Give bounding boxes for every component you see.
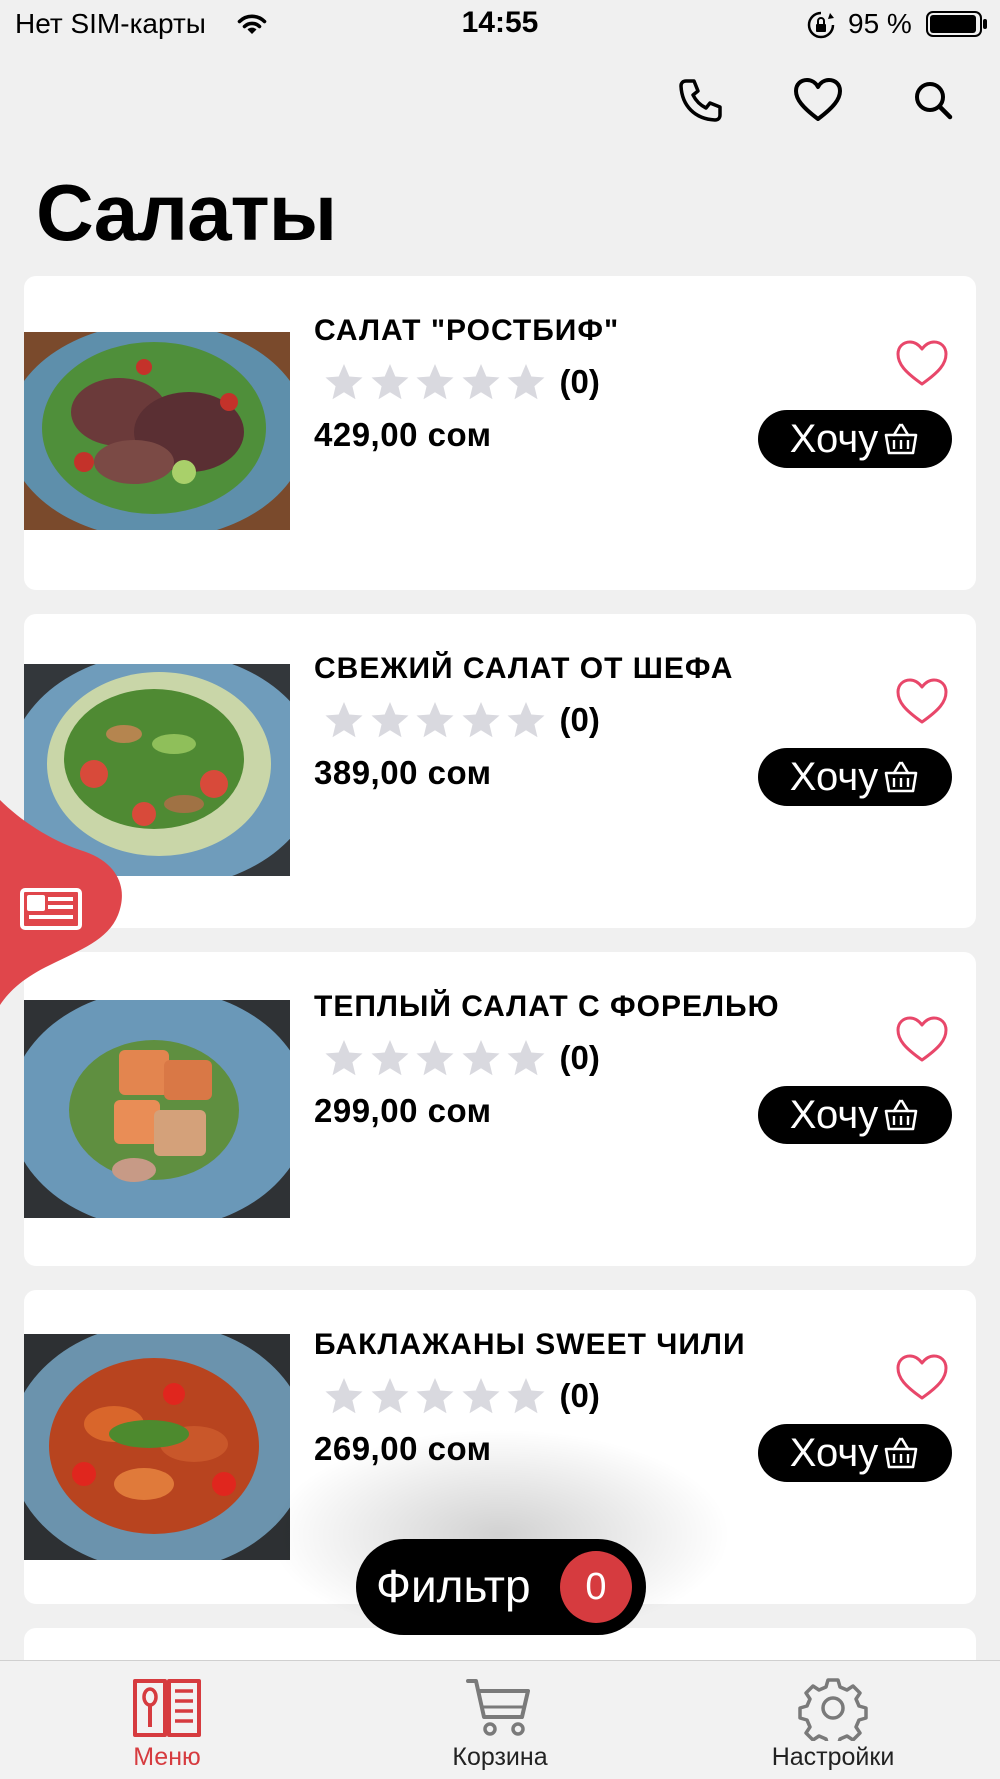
basket-icon (884, 761, 918, 793)
heart-icon[interactable] (894, 1352, 950, 1402)
search-icon[interactable] (908, 75, 960, 127)
star-icon (415, 700, 455, 740)
star-icon (370, 1376, 410, 1416)
tab-bar: Меню Корзина Настройки (0, 1660, 1000, 1779)
star-icon (324, 362, 364, 402)
star-icon (461, 362, 501, 402)
product-name: САЛАТ "РОСТБИФ" (314, 314, 620, 347)
star-icon (370, 700, 410, 740)
product-card[interactable]: ТЕПЛЫЙ САЛАТ С ФОРЕЛЬЮ (0) 299,00 сом Хо… (24, 952, 976, 1266)
rating-stars: (0) (324, 700, 600, 740)
want-button-label: Хочу (789, 1430, 879, 1475)
want-button[interactable]: Хочу (758, 748, 952, 806)
rating-count: (0) (559, 363, 600, 400)
star-icon (415, 1038, 455, 1078)
product-price: 389,00 сом (314, 754, 492, 791)
phone-icon[interactable] (674, 75, 726, 127)
heart-icon[interactable] (894, 676, 950, 726)
favorites-icon[interactable] (792, 75, 844, 127)
rating-count: (0) (559, 701, 600, 738)
star-icon (324, 700, 364, 740)
basket-icon (884, 1099, 918, 1131)
status-bar: Нет SIM-карты 14:55 95 % (0, 0, 1000, 50)
star-icon (324, 1376, 364, 1416)
tab-cart[interactable]: Корзина (400, 1661, 600, 1779)
rating-stars: (0) (324, 1376, 600, 1416)
want-button-label: Хочу (789, 754, 879, 799)
star-icon (370, 1038, 410, 1078)
product-image (24, 332, 290, 530)
product-card[interactable]: САЛАТ "РОСТБИФ" (0) 429,00 сом Хочу (24, 276, 976, 590)
filter-button[interactable]: Фильтр 0 (356, 1539, 646, 1635)
star-icon (506, 700, 546, 740)
want-button-label: Хочу (789, 1092, 879, 1137)
rating-count: (0) (559, 1377, 600, 1414)
heart-icon[interactable] (894, 338, 950, 388)
tab-settings[interactable]: Настройки (733, 1661, 933, 1779)
star-icon (461, 1038, 501, 1078)
star-icon (506, 362, 546, 402)
star-icon (506, 1376, 546, 1416)
tab-menu[interactable]: Меню (67, 1661, 267, 1779)
star-icon (415, 1376, 455, 1416)
rating-stars: (0) (324, 362, 600, 402)
gear-icon (798, 1678, 868, 1741)
star-icon (324, 1038, 364, 1078)
rotation-lock-icon (807, 11, 835, 39)
want-button[interactable]: Хочу (758, 410, 952, 468)
tab-label: Корзина (452, 1743, 548, 1771)
cart-icon (466, 1679, 530, 1736)
product-price: 299,00 сом (314, 1092, 492, 1129)
heart-icon[interactable] (894, 1014, 950, 1064)
menu-book-icon (133, 1679, 201, 1737)
side-news-tab[interactable] (0, 780, 130, 1020)
star-icon (461, 700, 501, 740)
want-button[interactable]: Хочу (758, 1086, 952, 1144)
product-name: ТЕПЛЫЙ САЛАТ С ФОРЕЛЬЮ (314, 990, 780, 1023)
battery-percent: 95 % (848, 8, 912, 39)
product-image (24, 1000, 290, 1218)
rating-count: (0) (559, 1039, 600, 1076)
star-icon (506, 1038, 546, 1078)
tab-label: Настройки (771, 1743, 895, 1771)
want-button[interactable]: Хочу (758, 1424, 952, 1482)
battery-icon (926, 11, 987, 37)
product-name: СВЕЖИЙ САЛАТ ОТ ШЕФА (314, 652, 734, 685)
basket-icon (884, 1437, 918, 1469)
product-card[interactable]: СВЕЖИЙ САЛАТ ОТ ШЕФА (0) 389,00 сом Хочу (24, 614, 976, 928)
tab-label: Меню (133, 1743, 201, 1771)
star-icon (415, 362, 455, 402)
star-icon (461, 1376, 501, 1416)
filter-count-badge: 0 (560, 1551, 632, 1623)
filter-label: Фильтр (376, 1560, 531, 1612)
product-price: 429,00 сом (314, 416, 492, 453)
page-title: Салаты (36, 168, 337, 257)
basket-icon (884, 423, 918, 455)
star-icon (370, 362, 410, 402)
rating-stars: (0) (324, 1038, 600, 1078)
want-button-label: Хочу (789, 416, 879, 461)
product-name: БАКЛАЖАНЫ SWEET ЧИЛИ (314, 1328, 746, 1361)
